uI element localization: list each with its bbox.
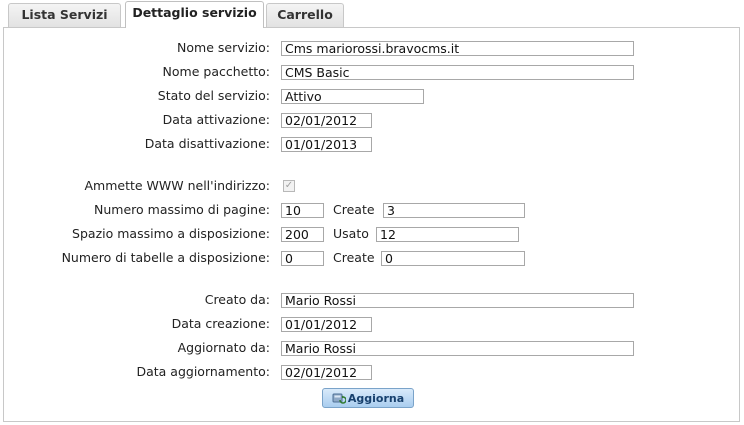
numero-pagine-label: Numero massimo di pagine: [94,202,270,217]
ammette-www-checkbox[interactable]: ✓ [283,180,295,192]
data-creazione-label: Data creazione: [171,316,270,331]
data-disattivazione-field[interactable]: 01/01/2013 [281,137,372,152]
data-attivazione-label: Data attivazione: [162,112,270,127]
data-disattivazione-label: Data disattivazione: [144,136,270,151]
aggiornato-da-field[interactable]: Mario Rossi [281,341,634,356]
numero-pagine-field[interactable]: 10 [281,203,324,218]
data-aggiornamento-field[interactable]: 02/01/2012 [281,365,372,380]
tab-bar: Lista Servizi Dettaglio servizio Carrell… [0,0,744,28]
tabelle-create-field[interactable]: 0 [381,251,525,266]
tabelle-create-label: Create [333,250,375,265]
nome-servizio-field[interactable]: Cms mariorossi.bravocms.it [281,41,634,56]
aggiorna-label: Aggiorna [347,391,405,405]
stato-servizio-field[interactable]: Attivo [281,89,424,104]
checkmark-icon: ✓ [284,180,294,191]
tabelle-field[interactable]: 0 [281,251,324,266]
aggiorna-button[interactable]: Aggiorna [322,388,414,408]
data-aggiornamento-label: Data aggiornamento: [136,364,270,379]
spazio-label: Spazio massimo a disposizione: [72,226,270,241]
ammette-www-label: Ammette WWW nell'indirizzo: [84,178,270,193]
nome-pacchetto-label: Nome pacchetto: [162,64,270,79]
nome-pacchetto-field[interactable]: CMS Basic [281,65,634,80]
aggiornato-da-label: Aggiornato da: [177,340,270,355]
stato-servizio-label: Stato del servizio: [157,88,270,103]
spazio-field[interactable]: 200 [281,227,324,242]
service-detail-panel [3,27,740,422]
data-creazione-field[interactable]: 01/01/2012 [281,317,372,332]
pagine-create-field[interactable]: 3 [383,203,525,218]
tab-carrello[interactable]: Carrello [266,3,344,27]
tab-lista-servizi[interactable]: Lista Servizi [8,3,121,27]
pagine-create-label: Create [333,202,375,217]
nome-servizio-label: Nome servizio: [177,40,270,55]
creato-da-label: Creato da: [204,292,270,307]
creato-da-field[interactable]: Mario Rossi [281,293,634,308]
spazio-usato-field[interactable]: 12 [376,227,519,242]
data-attivazione-field[interactable]: 02/01/2012 [281,113,372,128]
spazio-usato-label: Usato [333,226,369,241]
tabelle-label: Numero di tabelle a disposizione: [61,250,270,265]
refresh-icon [332,392,347,404]
tab-dettaglio-servizio[interactable]: Dettaglio servizio [125,1,264,28]
